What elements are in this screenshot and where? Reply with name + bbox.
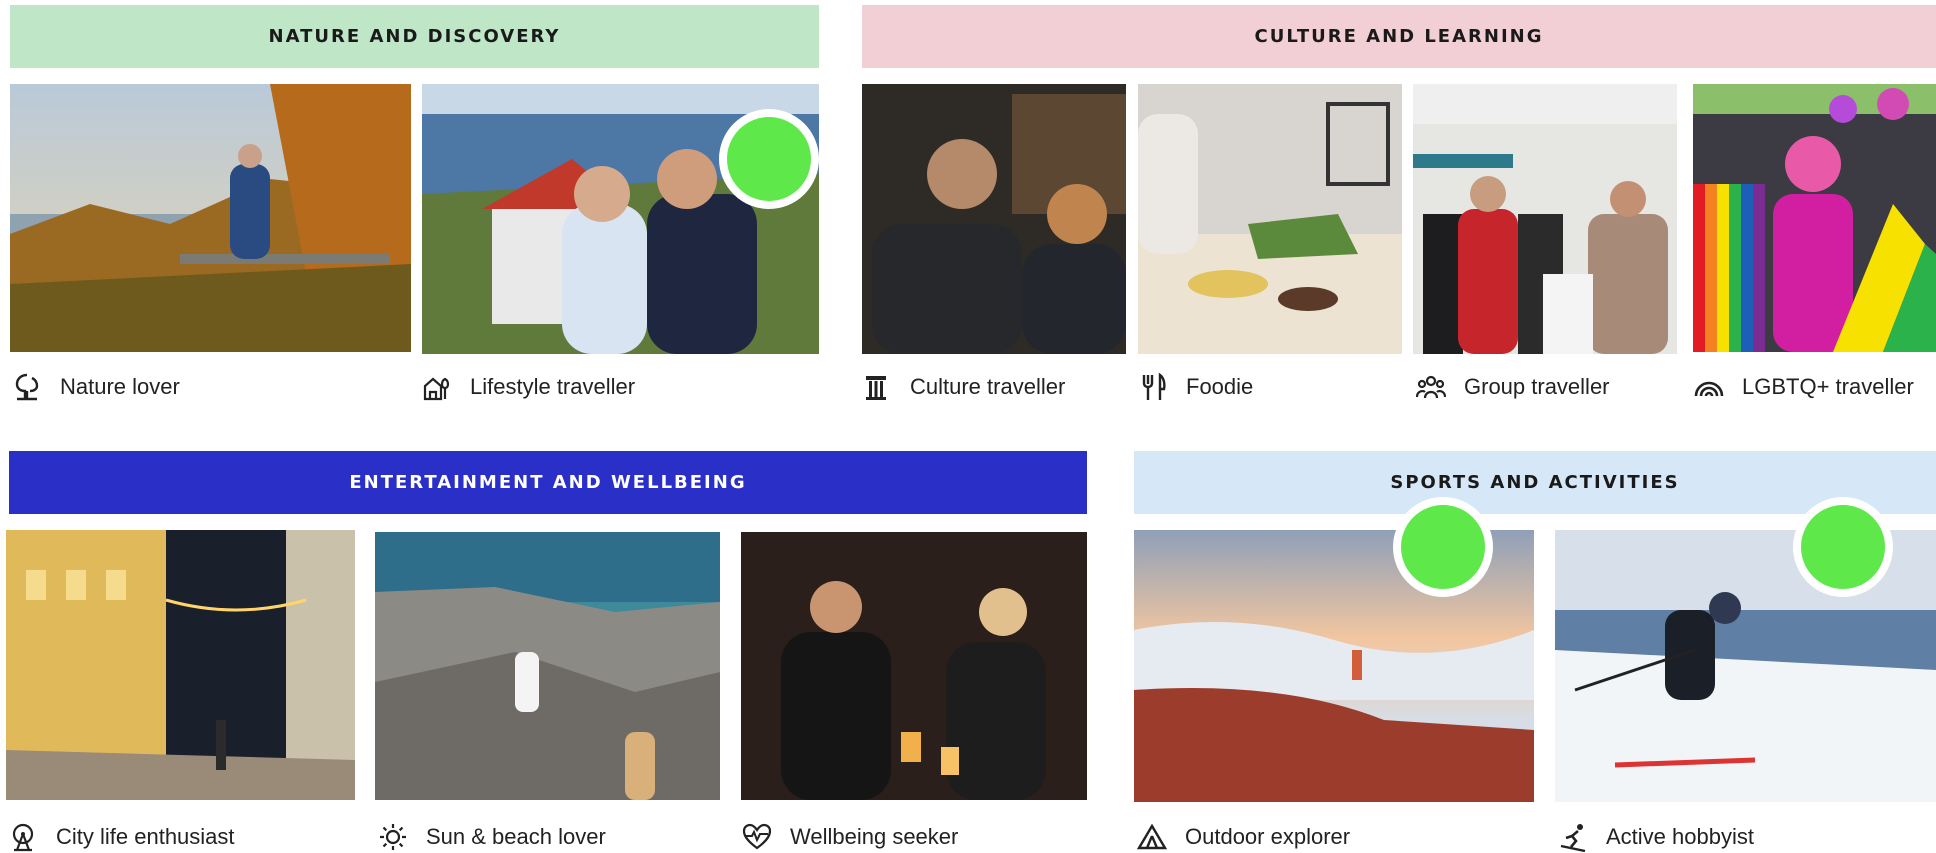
outdoor-explorer-caption[interactable]: Outdoor explorer [1137, 822, 1350, 852]
skier-icon [1558, 822, 1588, 852]
entertainment-wellbeing-banner: ENTERTAINMENT AND WELLBEING [9, 451, 1087, 514]
city-life-enthusiast-caption[interactable]: City life enthusiast [8, 822, 235, 852]
culture-traveller-photo[interactable] [862, 84, 1126, 354]
active-hobbyist-caption[interactable]: Active hobbyist [1558, 822, 1754, 852]
tent-icon [1137, 822, 1167, 852]
culture-learning-title: CULTURE AND LEARNING [1254, 26, 1544, 47]
ferris-wheel-icon [8, 822, 38, 852]
nature-lover-photo[interactable] [10, 84, 411, 352]
nature-lover-label: Nature lover [60, 374, 180, 399]
wellbeing-seeker-label: Wellbeing seeker [790, 824, 959, 849]
foodie-caption[interactable]: Foodie [1138, 372, 1253, 402]
lgbtq-traveller-caption[interactable]: LGBTQ+ traveller [1694, 372, 1914, 402]
heart-pulse-icon [742, 822, 772, 852]
column-icon [862, 372, 892, 402]
entertainment-wellbeing-title: ENTERTAINMENT AND WELLBEING [349, 472, 747, 493]
sun-icon [378, 822, 408, 852]
group-icon [1416, 372, 1446, 402]
marker-outdoor-explorer[interactable] [1393, 497, 1493, 597]
culture-traveller-label: Culture traveller [910, 374, 1066, 399]
lgbtq-traveller-label: LGBTQ+ traveller [1742, 374, 1914, 399]
wellbeing-seeker-caption[interactable]: Wellbeing seeker [742, 822, 958, 852]
tree-icon [12, 372, 42, 402]
culture-traveller-caption[interactable]: Culture traveller [862, 372, 1065, 402]
fork-knife-icon [1138, 372, 1168, 402]
rainbow-icon [1694, 372, 1724, 402]
city-life-enthusiast-label: City life enthusiast [56, 824, 235, 849]
nature-discovery-title: NATURE AND DISCOVERY [268, 26, 561, 47]
lifestyle-traveller-caption[interactable]: Lifestyle traveller [422, 372, 635, 402]
marker-lifestyle-traveller[interactable] [719, 109, 819, 209]
group-traveller-caption[interactable]: Group traveller [1416, 372, 1610, 402]
outdoor-explorer-label: Outdoor explorer [1185, 824, 1351, 849]
marker-active-hobbyist[interactable] [1793, 497, 1893, 597]
sun-beach-lover-photo[interactable] [375, 532, 720, 800]
nature-discovery-banner: NATURE AND DISCOVERY [10, 5, 819, 68]
sun-beach-lover-label: Sun & beach lover [426, 824, 606, 849]
culture-learning-banner: CULTURE AND LEARNING [862, 5, 1936, 68]
sports-activities-title: SPORTS AND ACTIVITIES [1390, 472, 1680, 493]
sun-beach-lover-caption[interactable]: Sun & beach lover [378, 822, 606, 852]
lgbtq-traveller-photo[interactable] [1693, 84, 1936, 352]
wellbeing-seeker-photo[interactable] [741, 532, 1087, 800]
group-traveller-label: Group traveller [1464, 374, 1610, 399]
lifestyle-traveller-label: Lifestyle traveller [470, 374, 636, 399]
foodie-label: Foodie [1186, 374, 1254, 399]
city-life-enthusiast-photo[interactable] [6, 530, 355, 800]
group-traveller-photo[interactable] [1413, 84, 1677, 354]
nature-lover-caption[interactable]: Nature lover [12, 372, 180, 402]
active-hobbyist-label: Active hobbyist [1606, 824, 1754, 849]
house-tree-icon [422, 372, 452, 402]
foodie-photo[interactable] [1138, 84, 1402, 354]
